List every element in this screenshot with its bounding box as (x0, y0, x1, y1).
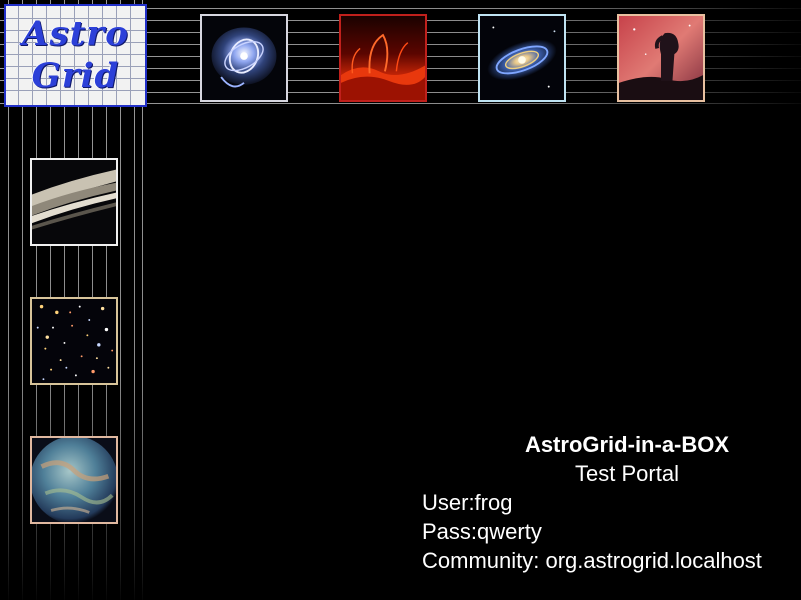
star-dot (107, 366, 110, 369)
portal-info: AstroGrid-in-a-BOX Test Portal User:frog… (422, 430, 801, 575)
community-name: Community: org.astrogrid.localhost (422, 548, 762, 573)
star-dot (50, 368, 53, 371)
star-dot (91, 369, 95, 374)
star-dot (97, 343, 101, 347)
star-dot (52, 326, 54, 329)
star-dot (80, 355, 83, 358)
star-dot (104, 327, 109, 332)
star-dot (63, 341, 66, 344)
blue-planet-image (32, 438, 116, 522)
star-dot (71, 324, 74, 327)
thumb-spiral-galaxy[interactable] (478, 14, 566, 102)
deep-field-image (32, 299, 116, 383)
portal-title: AstroGrid-in-a-BOX (524, 432, 730, 457)
star-dot (69, 311, 72, 314)
pass-credential: Pass:qwerty (422, 519, 542, 544)
star-dot (88, 319, 91, 321)
astrogrid-logo[interactable]: Astro Grid (4, 4, 147, 107)
star-dot (59, 359, 62, 362)
saturn-rings-image (32, 160, 116, 244)
user-credential: User:frog (422, 490, 513, 515)
star-dot (36, 326, 39, 329)
logo-line-1: Astro (22, 14, 129, 54)
star-dot (100, 306, 105, 311)
spiral-galaxy-image (480, 16, 564, 100)
horsehead-nebula-image (619, 16, 703, 100)
star-dot (44, 347, 47, 350)
star-dot (95, 357, 98, 360)
portal-subtitle: Test Portal (575, 461, 679, 486)
star-dot (78, 305, 81, 308)
thumb-blue-planet[interactable] (30, 436, 118, 524)
thumb-saturn-rings[interactable] (30, 158, 118, 246)
star-dot (111, 349, 114, 352)
thumb-solar-flare[interactable] (339, 14, 427, 102)
cats-eye-nebula-image (202, 16, 286, 100)
star-dot (39, 304, 44, 309)
logo-line-2: Grid (31, 56, 120, 96)
thumb-horsehead-nebula[interactable] (617, 14, 705, 102)
star-dot (74, 374, 77, 377)
star-dot (42, 378, 45, 381)
star-dot (86, 334, 89, 337)
star-dot (55, 310, 59, 315)
logo-grid-line (6, 54, 145, 55)
portal-page: Astro Grid AstroGrid-in-a-BOX Test Porta… (0, 0, 801, 600)
thumb-cats-eye-nebula[interactable] (200, 14, 288, 102)
star-dot (65, 366, 68, 369)
solar-flare-image (341, 16, 425, 100)
thumb-deep-field[interactable] (30, 297, 118, 385)
star-dot (45, 335, 49, 339)
